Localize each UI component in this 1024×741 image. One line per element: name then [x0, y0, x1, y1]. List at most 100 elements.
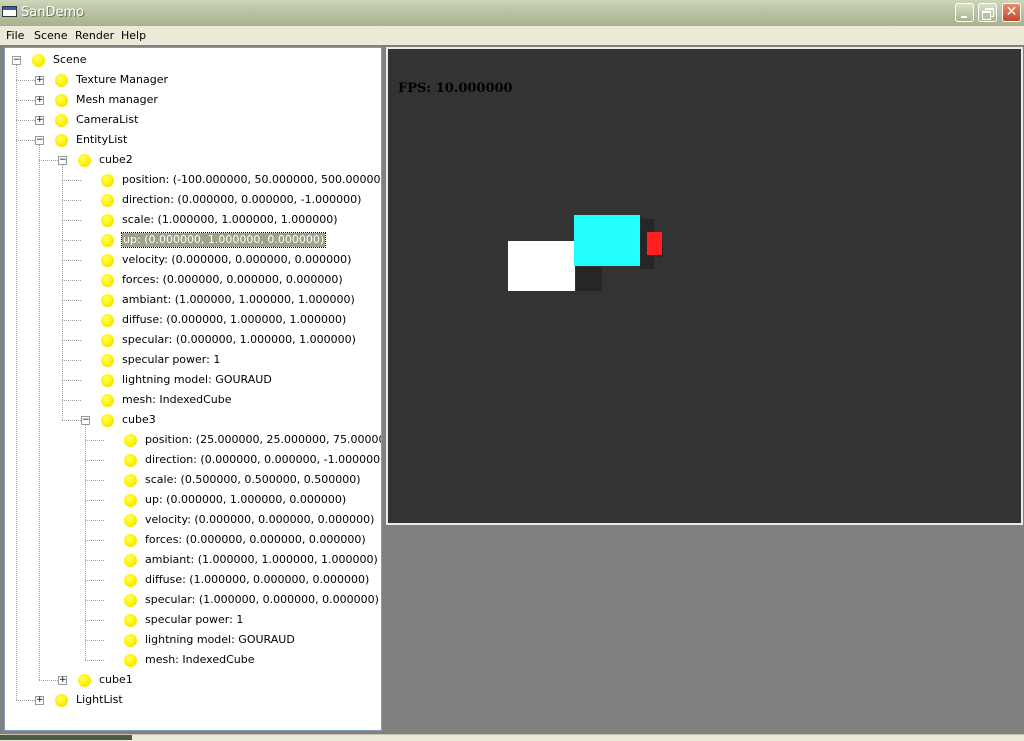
tree-connector — [16, 700, 35, 701]
tree-branch-line — [39, 145, 40, 680]
tree-node-label[interactable]: specular power: 1 — [122, 353, 220, 367]
tree-node-label[interactable]: scale: (0.500000, 0.500000, 0.500000) — [145, 473, 361, 487]
collapse-icon[interactable]: − — [12, 56, 21, 65]
tree-node-label[interactable]: velocity: (0.000000, 0.000000, 0.000000) — [122, 253, 351, 267]
tree-node-label[interactable]: specular: (0.000000, 1.000000, 1.000000) — [122, 333, 356, 347]
node-bulb-icon — [124, 594, 137, 607]
tree-connector — [85, 480, 104, 481]
node-bulb-icon — [124, 514, 137, 527]
tree-node-label[interactable]: specular power: 1 — [145, 613, 243, 627]
tree-node-label[interactable]: diffuse: (1.000000, 0.000000, 0.000000) — [145, 573, 369, 587]
node-bulb-icon — [101, 194, 114, 207]
tree-connector — [62, 360, 81, 361]
minimize-button[interactable] — [955, 3, 974, 22]
tree-node-label[interactable]: direction: (0.000000, 0.000000, -1.00000… — [145, 453, 381, 467]
node-bulb-icon — [124, 654, 137, 667]
node-bulb-icon — [55, 74, 68, 87]
node-bulb-icon — [124, 494, 137, 507]
tree-node-label[interactable]: mesh: IndexedCube — [145, 653, 254, 667]
tree-node-label[interactable]: position: (25.000000, 25.000000, 75.0000… — [145, 433, 381, 447]
tree-node-label[interactable]: EntityList — [76, 133, 127, 147]
tree-node-label[interactable]: lightning model: GOURAUD — [145, 633, 295, 647]
collapse-icon[interactable]: − — [58, 156, 67, 165]
tree-node-label[interactable]: mesh: IndexedCube — [122, 393, 231, 407]
expand-icon[interactable]: + — [35, 76, 44, 85]
node-bulb-icon — [101, 174, 114, 187]
tree-branch-line — [16, 65, 17, 700]
tree-node-label[interactable]: Mesh manager — [76, 93, 158, 107]
tree-node-label[interactable]: cube1 — [99, 673, 133, 687]
expand-icon[interactable]: + — [35, 96, 44, 105]
tree-node-label[interactable]: direction: (0.000000, 0.000000, -1.00000… — [122, 193, 361, 207]
node-bulb-icon — [101, 294, 114, 307]
tree-node-label[interactable]: diffuse: (0.000000, 1.000000, 1.000000) — [122, 313, 346, 327]
menu-file[interactable]: File — [6, 29, 24, 42]
node-bulb-icon — [101, 214, 114, 227]
tree-node-label[interactable]: forces: (0.000000, 0.000000, 0.000000) — [122, 273, 343, 287]
tree-node-label[interactable]: ambiant: (1.000000, 1.000000, 1.000000) — [122, 293, 355, 307]
tree-connector — [62, 240, 81, 241]
app-window-icon[interactable] — [2, 6, 17, 17]
collapse-icon[interactable]: − — [35, 136, 44, 145]
tree-node-label[interactable]: velocity: (0.000000, 0.000000, 0.000000) — [145, 513, 374, 527]
tree-node-label[interactable]: position: (-100.000000, 50.000000, 500.0… — [122, 173, 381, 187]
node-bulb-icon — [78, 154, 91, 167]
menu-render[interactable]: Render — [75, 29, 114, 42]
tree-node-label[interactable]: Scene — [53, 53, 87, 67]
white-cube — [508, 241, 575, 291]
node-bulb-icon — [124, 454, 137, 467]
tree-node-label[interactable]: scale: (1.000000, 1.000000, 1.000000) — [122, 213, 338, 227]
tree-node-label[interactable]: cube2 — [99, 153, 133, 167]
node-bulb-icon — [101, 274, 114, 287]
tree-node-label[interactable]: CameraList — [76, 113, 138, 127]
window-title: SanDemo — [21, 5, 85, 20]
node-bulb-icon — [78, 674, 91, 687]
tree-connector — [62, 280, 81, 281]
node-bulb-icon — [124, 634, 137, 647]
tree-node-label[interactable]: forces: (0.000000, 0.000000, 0.000000) — [145, 533, 366, 547]
tree-connector — [16, 80, 35, 81]
tree-connector — [85, 660, 104, 661]
node-bulb-icon — [55, 94, 68, 107]
node-bulb-icon — [55, 694, 68, 707]
scene-tree[interactable]: − Scene + Texture Manager + Mesh manager + Came… — [4, 47, 382, 731]
tree-node-label[interactable]: specular: (1.000000, 0.000000, 0.000000) — [145, 593, 379, 607]
maximize-button[interactable] — [978, 3, 997, 22]
tree-node-label[interactable]: Texture Manager — [76, 73, 168, 87]
tree-connector — [16, 140, 35, 141]
expand-icon[interactable]: + — [58, 676, 67, 685]
tree-connector — [85, 580, 104, 581]
tree-node-label[interactable]: lightning model: GOURAUD — [122, 373, 272, 387]
expand-icon[interactable]: + — [35, 116, 44, 125]
tree-connector — [39, 680, 58, 681]
menu-help[interactable]: Help — [121, 29, 146, 42]
expand-icon[interactable]: + — [35, 696, 44, 705]
tree-node-label[interactable]: LightList — [76, 693, 123, 707]
node-bulb-icon — [55, 114, 68, 127]
node-bulb-icon — [124, 554, 137, 567]
tree-connector — [62, 180, 81, 181]
close-icon: ✕ — [1005, 4, 1018, 20]
render-viewport[interactable]: FPS: 10.000000 — [386, 47, 1023, 525]
tree-connector — [62, 340, 81, 341]
node-bulb-icon — [124, 614, 137, 627]
title-bar: SanDemo ✕ — [0, 0, 1024, 27]
node-bulb-icon — [101, 394, 114, 407]
tree-connector — [85, 540, 104, 541]
tree-node-label[interactable]: cube3 — [122, 413, 156, 427]
node-bulb-icon — [101, 354, 114, 367]
menu-scene[interactable]: Scene — [34, 29, 68, 42]
tree-node-label[interactable]: up: (0.000000, 1.000000, 0.000000) — [120, 232, 327, 248]
tree-node-label[interactable]: ambiant: (1.000000, 1.000000, 1.000000) — [145, 553, 378, 567]
cyan-cube — [574, 215, 640, 266]
tree-node-label[interactable]: up: (0.000000, 1.000000, 0.000000) — [145, 493, 346, 507]
tree-connector — [62, 420, 81, 421]
tree-connector — [85, 500, 104, 501]
tree-connector — [16, 100, 35, 101]
white-cube-shadow — [576, 267, 602, 291]
tree-branch-line — [62, 165, 63, 420]
node-bulb-icon — [101, 334, 114, 347]
close-button[interactable]: ✕ — [1002, 3, 1021, 22]
collapse-icon[interactable]: − — [81, 416, 90, 425]
tree-connector — [85, 640, 104, 641]
